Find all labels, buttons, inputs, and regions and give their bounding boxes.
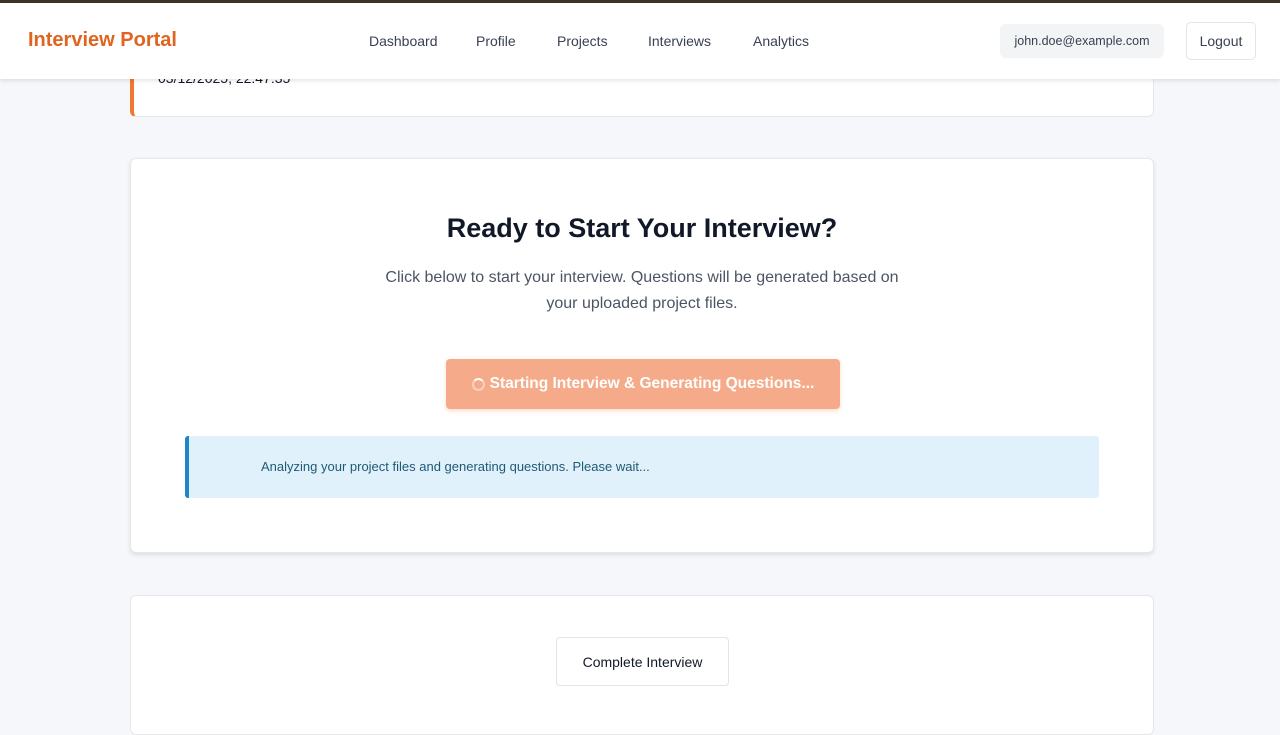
nav-analytics[interactable]: Analytics <box>753 33 809 49</box>
status-message: Analyzing your project files and generat… <box>261 459 650 474</box>
start-description: Click below to start your interview. Que… <box>385 269 899 312</box>
brand-logo[interactable]: Interview Portal <box>28 29 177 52</box>
start-button-label: Starting Interview & Generating Question… <box>489 375 815 392</box>
nav-profile[interactable]: Profile <box>476 33 516 49</box>
nav-projects[interactable]: Projects <box>557 33 608 49</box>
logout-button[interactable]: Logout <box>1186 22 1256 60</box>
top-navbar: Interview Portal Dashboard Profile Proje… <box>0 3 1280 79</box>
status-alert: Analyzing your project files and generat… <box>185 436 1099 498</box>
user-email-badge: john.doe@example.com <box>1000 24 1164 58</box>
page-title: Ready to Start Your Interview? <box>446 213 838 243</box>
complete-interview-button[interactable]: Complete Interview <box>556 637 729 686</box>
complete-interview-card: Complete Interview <box>130 595 1154 735</box>
start-interview-button[interactable]: Starting Interview & Generating Question… <box>446 359 840 409</box>
nav-interviews[interactable]: Interviews <box>648 33 711 49</box>
nav-dashboard[interactable]: Dashboard <box>369 33 438 49</box>
start-interview-card: Ready to Start Your Interview? Click bel… <box>130 158 1154 553</box>
loading-spinner-icon <box>471 377 485 391</box>
